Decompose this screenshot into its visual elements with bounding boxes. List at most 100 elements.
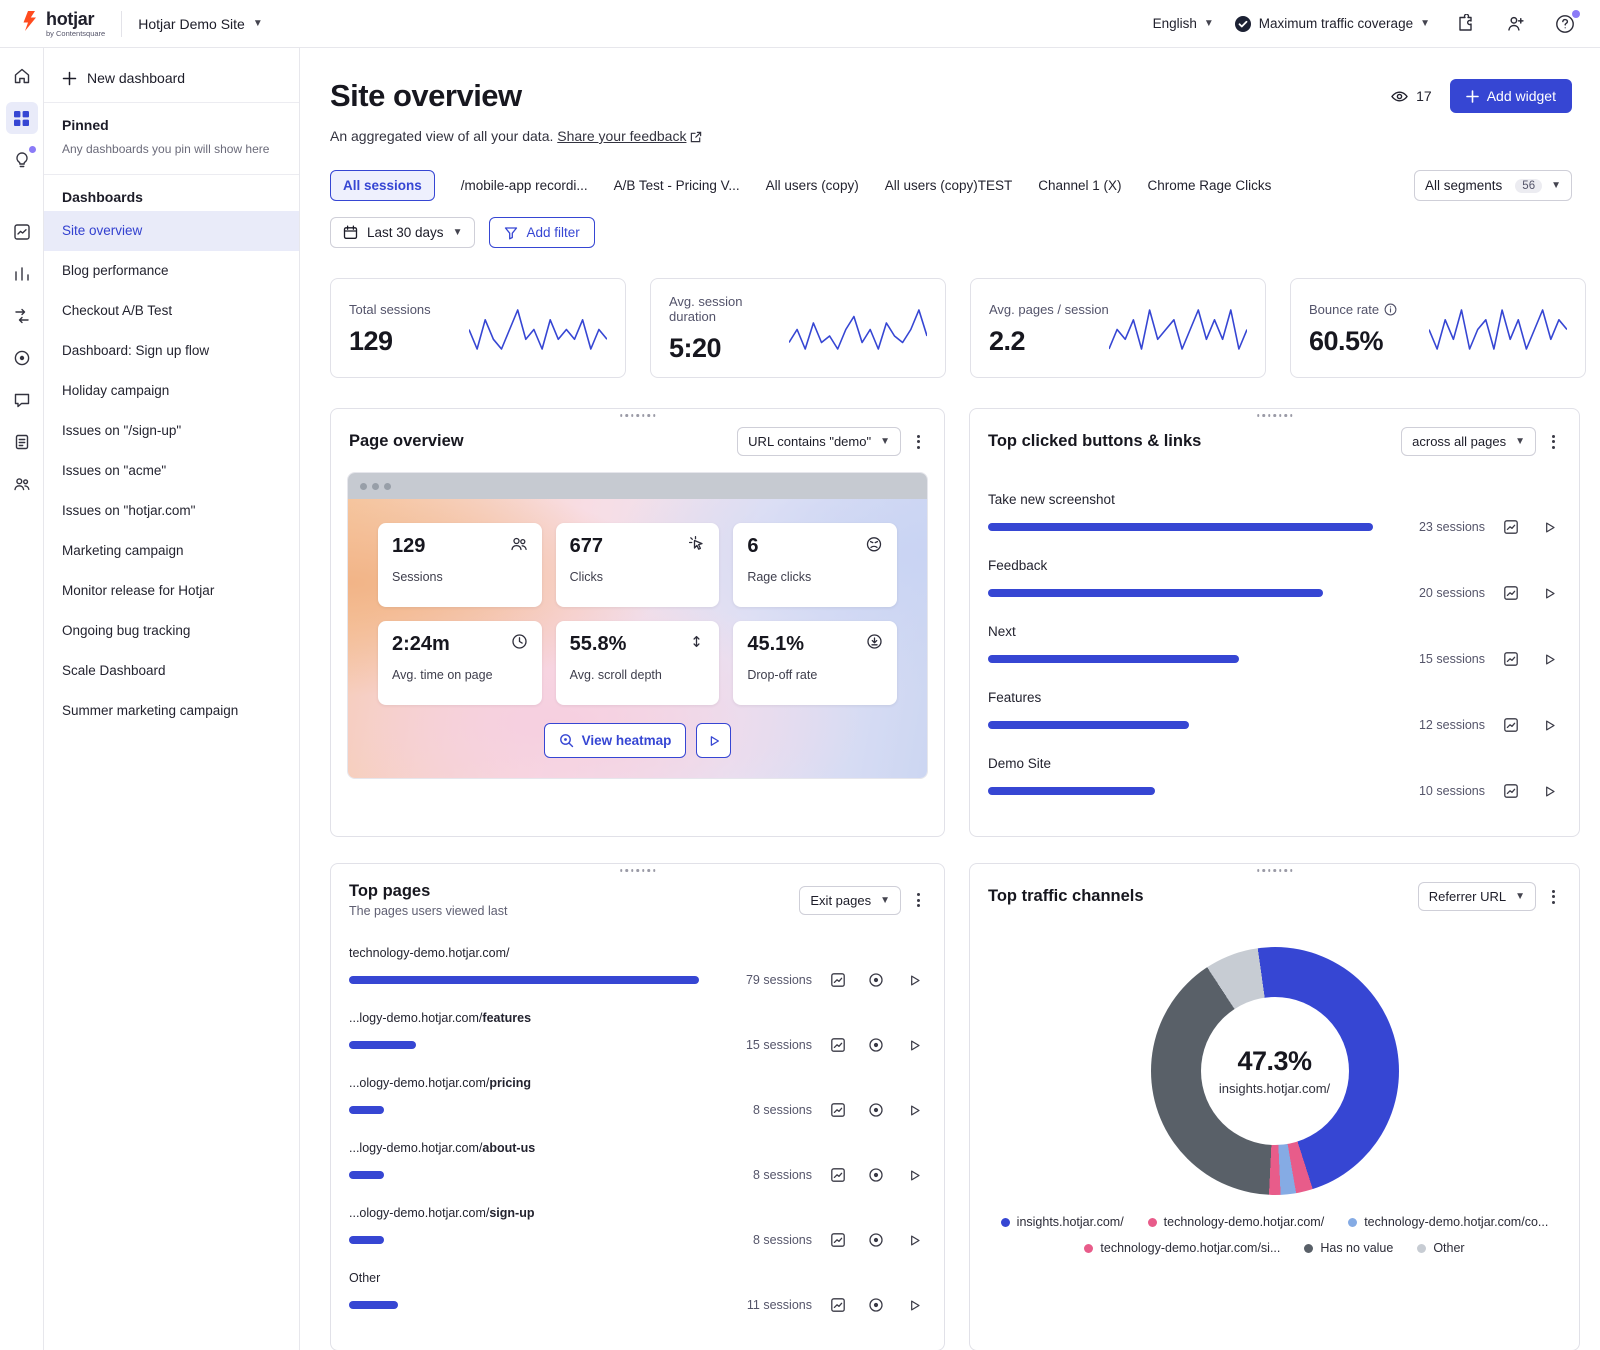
- play-recordings-icon[interactable]: [1537, 647, 1561, 671]
- rail-suggestions-icon[interactable]: [6, 144, 38, 176]
- sidebar-item-site-overview[interactable]: Site overview: [44, 211, 299, 251]
- dashboard-list: Site overviewBlog performanceCheckout A/…: [44, 211, 299, 731]
- add-widget-button[interactable]: Add widget: [1450, 79, 1572, 113]
- url-filter-selector[interactable]: URL contains "demo" ▼: [737, 427, 901, 456]
- sidebar-item-dashboard-sign-up-flow[interactable]: Dashboard: Sign up flow: [44, 331, 299, 371]
- view-heatmap-icon[interactable]: [864, 1098, 888, 1122]
- integrations-icon[interactable]: [1450, 9, 1480, 39]
- view-heatmap-icon[interactable]: [864, 1163, 888, 1187]
- add-filter-button[interactable]: Add filter: [489, 217, 594, 248]
- open-in-trends-icon[interactable]: [1499, 581, 1523, 605]
- view-heatmap-icon[interactable]: [864, 1228, 888, 1252]
- legend-item-insights-hotjar-com[interactable]: insights.hotjar.com/: [1001, 1215, 1124, 1229]
- open-in-trends-icon[interactable]: [1499, 647, 1523, 671]
- sessions-bar: [349, 1301, 398, 1309]
- new-dashboard-button[interactable]: New dashboard: [44, 60, 299, 102]
- play-recordings-icon[interactable]: [902, 968, 926, 992]
- rail-surveys-icon[interactable]: [6, 426, 38, 458]
- rail-dashboards-icon[interactable]: [6, 102, 38, 134]
- open-in-trends-icon[interactable]: [826, 1098, 850, 1122]
- sidebar-item-marketing-campaign[interactable]: Marketing campaign: [44, 531, 299, 571]
- rail-feedback-icon[interactable]: [6, 384, 38, 416]
- play-recordings-icon[interactable]: [1537, 515, 1561, 539]
- play-recordings-icon[interactable]: [902, 1098, 926, 1122]
- open-in-trends-icon[interactable]: [1499, 515, 1523, 539]
- metric-card-clicks: 677Clicks: [556, 523, 720, 607]
- sidebar-item-holiday-campaign[interactable]: Holiday campaign: [44, 371, 299, 411]
- legend-item-technology-demo-hotjar-com-si[interactable]: technology-demo.hotjar.com/si...: [1084, 1241, 1280, 1255]
- drag-handle-icon[interactable]: [1257, 869, 1293, 872]
- view-heatmap-icon[interactable]: [864, 968, 888, 992]
- open-in-trends-icon[interactable]: [826, 968, 850, 992]
- open-in-trends-icon[interactable]: [826, 1293, 850, 1317]
- view-heatmap-icon[interactable]: [864, 1033, 888, 1057]
- widget-menu-icon[interactable]: [911, 889, 926, 911]
- drag-handle-icon[interactable]: [1257, 414, 1293, 417]
- play-recordings-icon[interactable]: [1537, 713, 1561, 737]
- open-in-trends-icon[interactable]: [826, 1163, 850, 1187]
- sidebar-item-issues-on-sign-up[interactable]: Issues on "/sign-up": [44, 411, 299, 451]
- page-row: technology-demo.hotjar.com/79 sessions: [349, 946, 926, 992]
- open-in-trends-icon[interactable]: [826, 1228, 850, 1252]
- sidebar-item-scale-dashboard[interactable]: Scale Dashboard: [44, 651, 299, 691]
- tab-mobile-app-recordi[interactable]: /mobile-app recordi...: [461, 178, 588, 193]
- play-recordings-icon[interactable]: [902, 1163, 926, 1187]
- sidebar-item-summer-marketing-campaign[interactable]: Summer marketing campaign: [44, 691, 299, 731]
- traffic-coverage-selector[interactable]: Maximum traffic coverage ▼: [1234, 15, 1430, 33]
- sidebar-item-ongoing-bug-tracking[interactable]: Ongoing bug tracking: [44, 611, 299, 651]
- tab-a-b-test-pricing-v[interactable]: A/B Test - Pricing V...: [614, 178, 740, 193]
- help-icon[interactable]: [1550, 9, 1580, 39]
- legend-item-other[interactable]: Other: [1417, 1241, 1464, 1255]
- sessions-bar: [349, 1171, 384, 1179]
- rail-home-icon[interactable]: [6, 60, 38, 92]
- site-selector[interactable]: Hotjar Demo Site ▼: [138, 16, 263, 32]
- tab-all-users-copy-test[interactable]: All users (copy)TEST: [885, 178, 1013, 193]
- widget-top-pages: Top pages The pages users viewed last Ex…: [330, 863, 945, 1350]
- people-icon: [510, 535, 528, 553]
- open-in-trends-icon[interactable]: [1499, 779, 1523, 803]
- sidebar-item-blog-performance[interactable]: Blog performance: [44, 251, 299, 291]
- invite-user-icon[interactable]: [1500, 9, 1530, 39]
- share-feedback-link[interactable]: Share your feedback: [557, 128, 702, 144]
- date-range-selector[interactable]: Last 30 days ▼: [330, 217, 475, 248]
- play-recordings-icon[interactable]: [902, 1033, 926, 1057]
- play-recordings-icon[interactable]: [1537, 779, 1561, 803]
- rail-heatmaps-icon[interactable]: [6, 342, 38, 374]
- tab-chrome-rage-clicks[interactable]: Chrome Rage Clicks: [1148, 178, 1272, 193]
- sidebar-item-issues-on-hotjar-com[interactable]: Issues on "hotjar.com": [44, 491, 299, 531]
- pages-scope-selector[interactable]: across all pages ▼: [1401, 427, 1536, 456]
- play-recordings-icon[interactable]: [902, 1228, 926, 1252]
- drag-handle-icon[interactable]: [620, 414, 656, 417]
- tab-all-users-copy[interactable]: All users (copy): [766, 178, 859, 193]
- play-recordings-button[interactable]: [696, 723, 731, 758]
- legend-item-technology-demo-hotjar-com[interactable]: technology-demo.hotjar.com/: [1148, 1215, 1325, 1229]
- open-in-trends-icon[interactable]: [1499, 713, 1523, 737]
- sidebar-item-monitor-release-for-hotjar[interactable]: Monitor release for Hotjar: [44, 571, 299, 611]
- legend-item-has-no-value[interactable]: Has no value: [1304, 1241, 1393, 1255]
- open-in-trends-icon[interactable]: [826, 1033, 850, 1057]
- view-heatmap-icon[interactable]: [864, 1293, 888, 1317]
- rage-icon: [865, 535, 883, 553]
- rail-journeys-icon[interactable]: [6, 300, 38, 332]
- language-selector[interactable]: English ▼: [1153, 16, 1214, 31]
- sidebar-item-checkout-a-b-test[interactable]: Checkout A/B Test: [44, 291, 299, 331]
- all-segments-selector[interactable]: All segments 56 ▼: [1414, 170, 1572, 201]
- exit-pages-selector[interactable]: Exit pages ▼: [799, 886, 901, 915]
- pinned-empty-text: Any dashboards you pin will show here: [44, 139, 299, 174]
- play-recordings-icon[interactable]: [1537, 581, 1561, 605]
- page-row: Other11 sessions: [349, 1271, 926, 1317]
- sidebar-item-issues-on-acme[interactable]: Issues on "acme": [44, 451, 299, 491]
- widget-menu-icon[interactable]: [911, 431, 926, 453]
- play-recordings-icon[interactable]: [902, 1293, 926, 1317]
- widget-menu-icon[interactable]: [1546, 431, 1561, 453]
- tab-all-sessions[interactable]: All sessions: [330, 170, 435, 201]
- rail-interviews-icon[interactable]: [6, 468, 38, 500]
- view-heatmap-button[interactable]: View heatmap: [544, 723, 687, 758]
- referrer-url-selector[interactable]: Referrer URL ▼: [1418, 882, 1536, 911]
- legend-item-technology-demo-hotjar-com-co[interactable]: technology-demo.hotjar.com/co...: [1348, 1215, 1548, 1229]
- rail-funnels-icon[interactable]: [6, 258, 38, 290]
- tab-channel-1-x[interactable]: Channel 1 (X): [1038, 178, 1121, 193]
- drag-handle-icon[interactable]: [620, 869, 656, 872]
- widget-menu-icon[interactable]: [1546, 886, 1561, 908]
- rail-trends-icon[interactable]: [6, 216, 38, 248]
